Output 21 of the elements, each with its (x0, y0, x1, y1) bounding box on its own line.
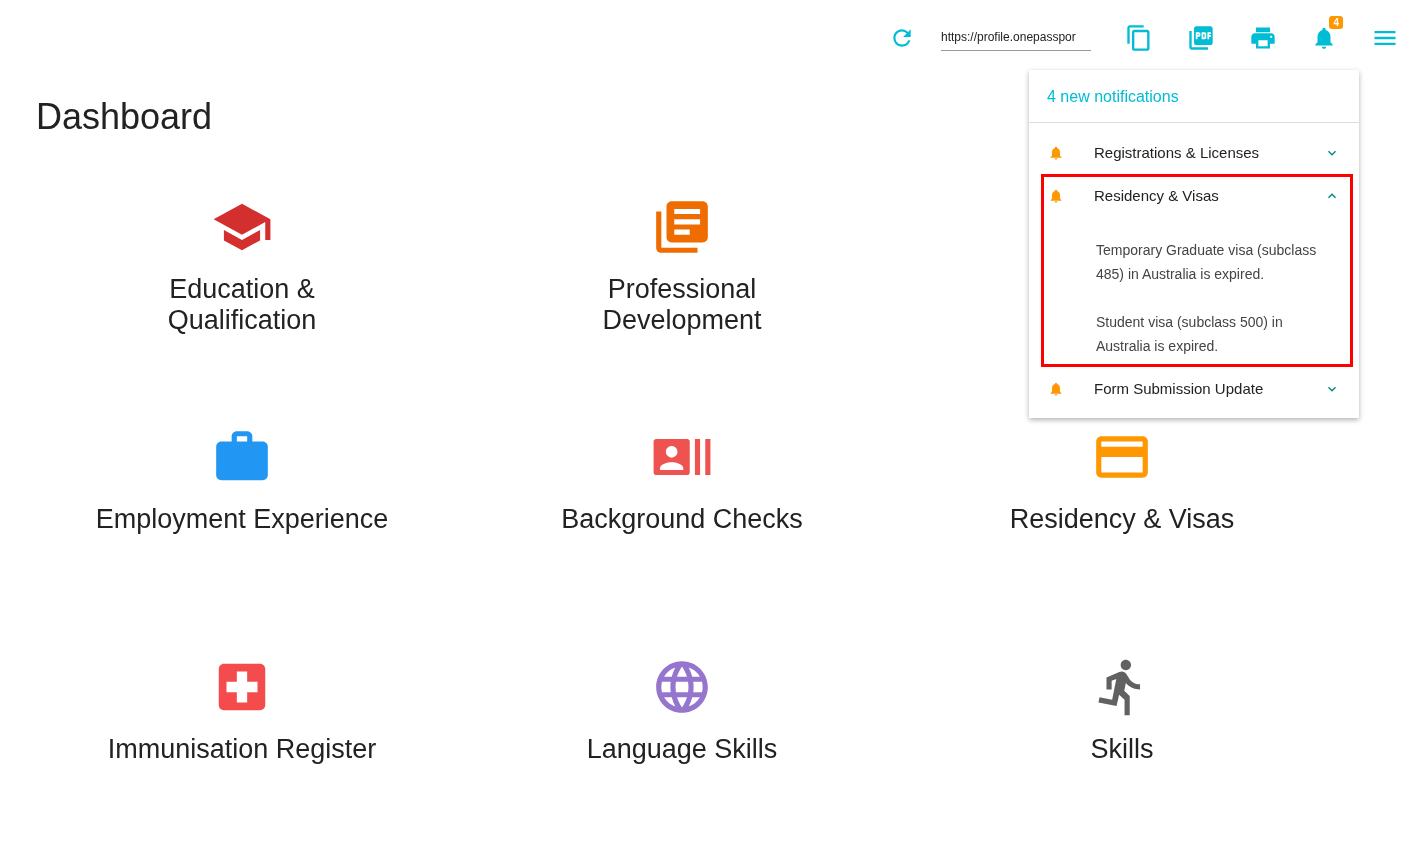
pdf-icon[interactable] (1187, 24, 1215, 52)
dashboard-tile[interactable]: Residency & Visas (1009, 426, 1235, 535)
notification-group-header[interactable]: Registrations & Licenses (1044, 134, 1350, 171)
notification-message: Student visa (subclass 500) in Australia is expired. (1095, 313, 1284, 356)
notification-group-header[interactable]: Form Submission Update (1044, 370, 1350, 407)
dashboard-tile[interactable]: Education & Qualification (92, 196, 392, 336)
dashboard-tile[interactable]: Immunisation Register (107, 656, 377, 765)
notification-message: Temporary Graduate visa (subclass 485) in Australia is expired. (1095, 241, 1318, 284)
bell-icon (1048, 187, 1064, 204)
notification-group-header[interactable]: Residency & Visas (1044, 177, 1350, 214)
dashboard-tile[interactable]: Background Checks (561, 426, 803, 535)
dashboard-tile[interactable]: Skills (1090, 656, 1154, 765)
dashboard-tile[interactable]: Language Skills (586, 656, 778, 765)
notification-badge: 4 (1329, 16, 1343, 29)
bell-icon (1048, 144, 1064, 161)
dashboard-tile[interactable]: Professional Development (532, 196, 832, 336)
copy-icon[interactable] (1125, 24, 1153, 52)
dashboard-tile[interactable]: Employment Experience (95, 426, 389, 535)
notifications-header: 4 new notifications (1029, 70, 1359, 123)
bell-icon (1048, 380, 1064, 397)
page-title: Dashboard (36, 96, 213, 138)
